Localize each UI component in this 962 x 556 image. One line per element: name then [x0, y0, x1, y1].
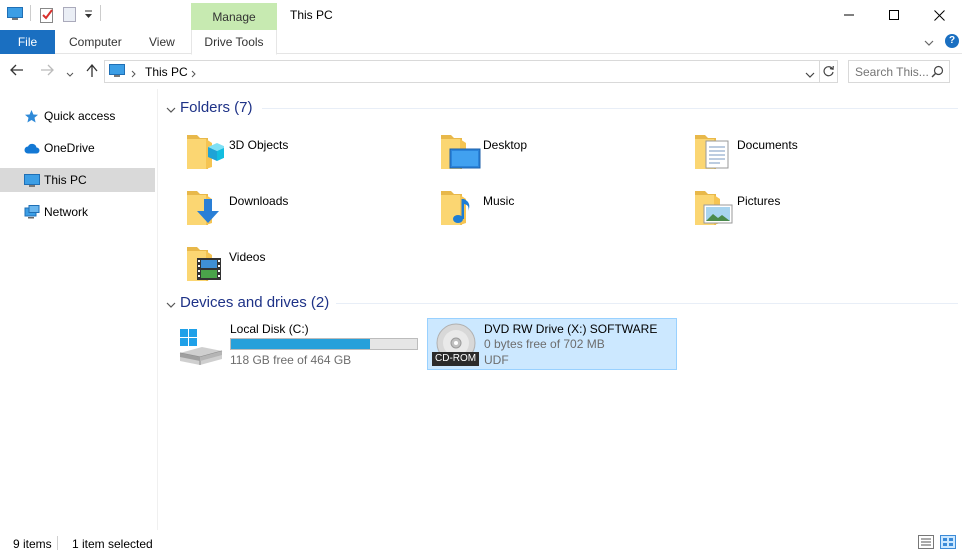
sidebar-item-label: Network	[44, 205, 89, 219]
folder-downloads[interactable]: Downloads	[184, 185, 424, 235]
star-icon	[24, 109, 39, 127]
group-title: Folders (7)	[180, 99, 253, 116]
quick-access-divider	[30, 5, 31, 21]
folder-name: Downloads	[229, 194, 289, 208]
network-icon	[24, 205, 40, 222]
drive-name: DVD RW Drive (X:) SOFTWARE	[484, 322, 658, 336]
search-input[interactable]	[855, 64, 931, 79]
folder-name: Desktop	[483, 138, 528, 152]
item-count: 9 items	[13, 537, 52, 551]
group-header-devices[interactable]: Devices and drives (2)	[164, 293, 344, 313]
recent-locations-chevron-icon[interactable]	[66, 67, 74, 81]
tab-drive-tools[interactable]: Drive Tools	[191, 30, 277, 55]
title-bar: Manage This PC	[0, 0, 962, 30]
large-icons-view-icon[interactable]	[940, 535, 956, 552]
ribbon-tabs: File Computer View Drive Tools ?	[0, 30, 962, 55]
maximize-icon	[889, 10, 899, 20]
address-history-chevron-icon[interactable]	[805, 68, 815, 82]
new-folder-icon[interactable]	[63, 7, 77, 26]
capacity-bar	[230, 338, 418, 350]
window-title: This PC	[290, 8, 333, 22]
refresh-icon[interactable]	[822, 65, 835, 81]
drive-local-disk-c[interactable]: Local Disk (C:) 118 GB free of 464 GB	[178, 319, 422, 371]
folder-name: Documents	[737, 138, 798, 152]
navigation-pane: Quick access OneDrive This PC Network	[0, 96, 156, 530]
folder-name: Pictures	[737, 194, 781, 208]
help-icon[interactable]: ?	[945, 34, 959, 48]
capacity-bar-fill	[231, 339, 370, 349]
sidebar-item-onedrive[interactable]: OneDrive	[0, 136, 155, 160]
desktop-folder-icon	[438, 129, 482, 176]
group-title: Devices and drives (2)	[180, 294, 330, 311]
minimize-icon	[844, 14, 854, 16]
folder-music[interactable]: Music	[438, 185, 678, 235]
sidebar-item-network[interactable]: Network	[0, 200, 155, 224]
address-bar[interactable]: This PC	[104, 60, 838, 83]
group-divider	[262, 108, 958, 109]
sidebar-item-quick-access[interactable]: Quick access	[0, 104, 155, 128]
cloud-icon	[24, 143, 40, 157]
sidebar-item-label: This PC	[44, 173, 87, 187]
folder-name: Music	[483, 194, 515, 208]
status-bar: 9 items 1 item selected	[0, 530, 962, 556]
content-pane: Folders (7) 3D Objects Desktop Documents…	[158, 89, 962, 530]
cd-rom-badge: CD-ROM	[432, 352, 480, 366]
group-divider	[336, 303, 958, 304]
search-icon[interactable]	[931, 65, 944, 81]
computer-icon[interactable]	[7, 7, 23, 24]
collapse-chevron-icon	[166, 298, 176, 312]
drive-free-space: 0 bytes free of 702 MB	[484, 337, 605, 351]
tab-view[interactable]: View	[149, 30, 175, 54]
tab-manage[interactable]: Manage	[191, 3, 277, 30]
folder-videos[interactable]: Videos	[184, 241, 424, 291]
maximize-button[interactable]	[871, 0, 917, 30]
folder-3d-objects[interactable]: 3D Objects	[184, 129, 424, 179]
breadcrumb-chevron-icon[interactable]	[131, 67, 137, 81]
drive-dvd-rw-x[interactable]: CD-ROM DVD RW Drive (X:) SOFTWARE 0 byte…	[427, 318, 677, 370]
pictures-folder-icon	[692, 185, 736, 232]
computer-icon	[109, 64, 125, 81]
details-view-icon[interactable]	[918, 535, 934, 552]
folder-pictures[interactable]: Pictures	[692, 185, 932, 235]
selection-count: 1 item selected	[72, 537, 153, 551]
properties-icon[interactable]	[40, 7, 54, 26]
music-folder-icon	[438, 185, 482, 232]
folder-name: 3D Objects	[229, 138, 289, 152]
tab-computer[interactable]: Computer	[69, 30, 122, 54]
close-button[interactable]	[916, 0, 962, 30]
drive-name: Local Disk (C:)	[230, 322, 309, 336]
folder-desktop[interactable]: Desktop	[438, 129, 678, 179]
drive-filesystem: UDF	[484, 353, 509, 367]
computer-icon	[24, 174, 40, 191]
close-icon	[933, 9, 945, 21]
customize-toolbar-icon[interactable]	[84, 9, 93, 23]
hard-drive-icon	[178, 325, 224, 368]
sidebar-item-this-pc[interactable]: This PC	[0, 168, 155, 192]
forward-arrow-icon[interactable]	[40, 64, 54, 79]
breadcrumb-this-pc[interactable]: This PC	[145, 65, 188, 79]
expand-ribbon-icon[interactable]	[924, 36, 934, 50]
folder-documents[interactable]: Documents	[692, 129, 932, 179]
sidebar-item-label: OneDrive	[44, 141, 95, 155]
navigation-bar: This PC	[0, 55, 962, 89]
drive-free-space: 118 GB free of 464 GB	[230, 353, 352, 367]
videos-folder-icon	[184, 241, 228, 288]
title-divider	[100, 5, 101, 21]
documents-folder-icon	[692, 129, 736, 176]
breadcrumb-chevron-icon[interactable]	[191, 67, 197, 81]
status-divider	[57, 536, 58, 550]
search-box[interactable]	[848, 60, 950, 83]
up-arrow-icon[interactable]	[86, 63, 98, 81]
3d-objects-folder-icon	[184, 129, 226, 176]
back-arrow-icon[interactable]	[10, 64, 24, 79]
tab-file[interactable]: File	[0, 30, 55, 54]
folder-name: Videos	[229, 250, 266, 264]
minimize-button[interactable]	[826, 0, 872, 30]
sidebar-item-label: Quick access	[44, 109, 116, 123]
address-divider	[819, 61, 820, 82]
downloads-folder-icon	[184, 185, 228, 232]
collapse-chevron-icon	[166, 103, 176, 117]
